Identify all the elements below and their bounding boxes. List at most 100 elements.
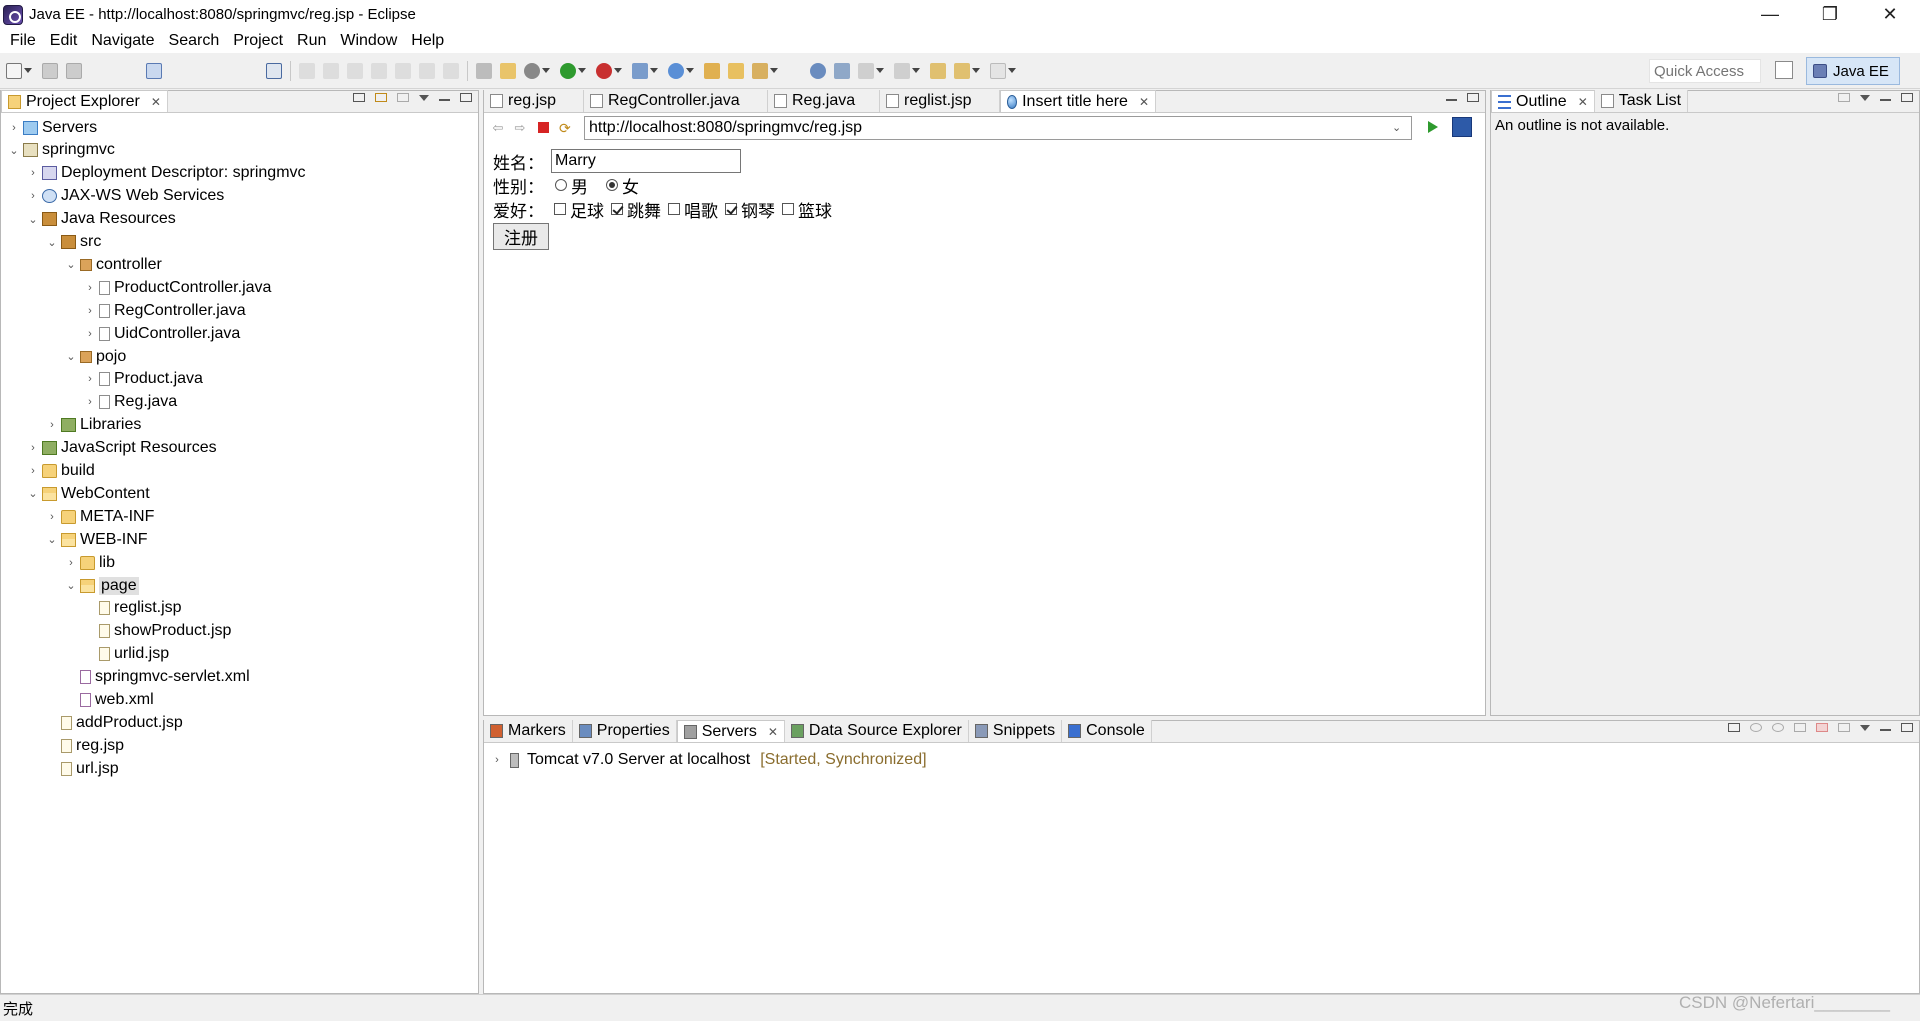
search-icon[interactable] [752, 62, 768, 79]
chevron-right-icon[interactable]: › [85, 328, 95, 340]
chevron-right-icon[interactable]: › [85, 396, 95, 408]
new-class-icon[interactable] [668, 62, 684, 79]
hobby-option[interactable]: 足球 [551, 197, 604, 222]
tree-item[interactable]: urlid.jsp [85, 643, 169, 666]
quick-access-input[interactable] [1649, 59, 1761, 83]
chevron-down-icon[interactable]: ⌄ [66, 258, 76, 271]
chevron-right-icon[interactable]: › [47, 511, 57, 523]
tree-item[interactable]: ⌄ controller [66, 253, 161, 276]
view-menu-icon[interactable] [1860, 94, 1870, 101]
close-icon[interactable]: ✕ [1578, 95, 1588, 109]
hobby-option[interactable]: 跳舞 [608, 197, 661, 222]
editor-tab[interactable]: reglist.jsp [880, 90, 1000, 112]
restore-button[interactable]: ❐ [1800, 0, 1860, 29]
tree-item[interactable]: showProduct.jsp [85, 620, 231, 643]
chevron-right-icon[interactable]: › [492, 754, 502, 766]
tree-item[interactable]: › UidController.java [85, 322, 240, 345]
view-menu-icon[interactable] [419, 94, 429, 101]
menu-edit[interactable]: Edit [43, 32, 85, 50]
minimize-view-icon[interactable] [1880, 728, 1891, 731]
register-button[interactable]: 注册 [493, 223, 549, 250]
tree-item[interactable]: › RegController.java [85, 299, 245, 322]
chevron-down-icon[interactable] [614, 68, 622, 73]
bottom-tab[interactable]: Markers [484, 720, 573, 742]
bottom-tab[interactable]: Snippets [968, 720, 1063, 742]
step-into-icon[interactable] [395, 62, 411, 79]
gender-female-radio[interactable] [606, 179, 618, 191]
publish-server-icon[interactable] [1838, 723, 1850, 732]
bottom-tab[interactable]: Servers ✕ [676, 720, 785, 742]
menu-window[interactable]: Window [333, 32, 404, 50]
bottom-tab[interactable]: Data Source Explorer [784, 720, 969, 742]
chevron-down-icon[interactable]: ⌄ [47, 533, 57, 546]
chevron-right-icon[interactable]: › [9, 122, 19, 134]
new-server-icon[interactable] [632, 62, 648, 79]
tree-item[interactable]: web.xml [66, 689, 154, 712]
chevron-right-icon[interactable]: › [85, 373, 95, 385]
tree-item[interactable]: ⌄ springmvc [9, 139, 115, 162]
web-browser-icon[interactable] [810, 62, 826, 79]
perspective-java-ee-button[interactable]: Java EE [1806, 57, 1900, 85]
tree-item[interactable]: › JAX-WS Web Services [28, 185, 224, 208]
profile-server-icon[interactable] [1794, 723, 1806, 732]
tab-outline[interactable]: Outline ✕ [1491, 90, 1595, 112]
hobby-checkbox[interactable] [782, 203, 794, 215]
minimize-view-icon[interactable] [1446, 98, 1457, 101]
terminate-icon[interactable] [347, 62, 363, 79]
suspend-icon[interactable] [323, 62, 339, 79]
start-server-icon[interactable] [1772, 723, 1784, 732]
chevron-down-icon[interactable]: ⌄ [1392, 121, 1401, 134]
tree-item[interactable]: springmvc-servlet.xml [66, 666, 250, 689]
refresh-icon[interactable]: ⟳ [559, 121, 573, 135]
chevron-right-icon[interactable]: › [28, 465, 38, 477]
hobby-option[interactable]: 唱歌 [665, 197, 718, 222]
hobby-checkbox[interactable] [611, 203, 623, 215]
resume-icon[interactable] [299, 62, 315, 79]
step-over-icon[interactable] [419, 62, 435, 79]
filter-icon[interactable] [1838, 93, 1850, 102]
forward-icon[interactable] [990, 62, 1006, 79]
minimize-view-icon[interactable] [1880, 98, 1891, 101]
tree-item[interactable]: ⌄ Java Resources [28, 208, 175, 231]
menu-navigate[interactable]: Navigate [84, 32, 161, 50]
chevron-down-icon[interactable] [686, 68, 694, 73]
save-all-icon[interactable] [66, 62, 82, 79]
tree-item[interactable]: ⌄ pojo [66, 345, 126, 368]
open-task-icon[interactable] [728, 62, 744, 79]
menu-search[interactable]: Search [162, 32, 227, 50]
filter-icon[interactable] [397, 93, 409, 102]
tree-item[interactable]: › JavaScript Resources [28, 437, 216, 460]
tree-item[interactable]: ⌄ WEB-INF [47, 528, 147, 551]
coverage-icon[interactable] [596, 62, 612, 79]
maximize-view-icon[interactable] [460, 93, 472, 102]
chevron-down-icon[interactable]: ⌄ [47, 236, 57, 249]
chevron-down-icon[interactable] [876, 68, 884, 73]
save-icon[interactable] [42, 62, 58, 79]
tree-item[interactable]: › Libraries [47, 414, 141, 437]
name-input[interactable] [551, 149, 741, 173]
editor-tab[interactable]: reg.jsp [484, 90, 584, 112]
hobby-checkbox[interactable] [725, 203, 737, 215]
tree-item[interactable]: › Servers [9, 116, 97, 139]
maximize-view-icon[interactable] [1901, 723, 1913, 732]
bottom-tab[interactable]: Properties [572, 720, 677, 742]
gender-male-radio[interactable] [555, 179, 567, 191]
chevron-down-icon[interactable] [578, 68, 586, 73]
url-input[interactable] [584, 116, 1412, 140]
close-icon[interactable]: ✕ [1139, 95, 1149, 109]
debug-server-icon[interactable] [1750, 723, 1762, 732]
stop-server-icon[interactable] [1816, 723, 1828, 732]
skip-breakpoints-icon[interactable] [266, 62, 282, 79]
hobby-option[interactable]: 篮球 [779, 197, 832, 222]
prev-annotation-icon[interactable] [894, 62, 910, 79]
view-menu-icon[interactable] [1860, 724, 1870, 731]
open-perspective-icon[interactable] [1775, 61, 1793, 79]
gender-female-option[interactable]: 女 [602, 173, 639, 198]
bottom-tab[interactable]: Console [1062, 720, 1152, 742]
chevron-down-icon[interactable] [770, 68, 778, 73]
tree-item[interactable]: › ProductController.java [85, 276, 271, 299]
chevron-right-icon[interactable]: › [85, 282, 95, 294]
collapse-all-icon[interactable] [1728, 723, 1740, 732]
collapse-all-icon[interactable] [353, 93, 365, 102]
tree-item[interactable]: ⌄ page [66, 574, 139, 597]
